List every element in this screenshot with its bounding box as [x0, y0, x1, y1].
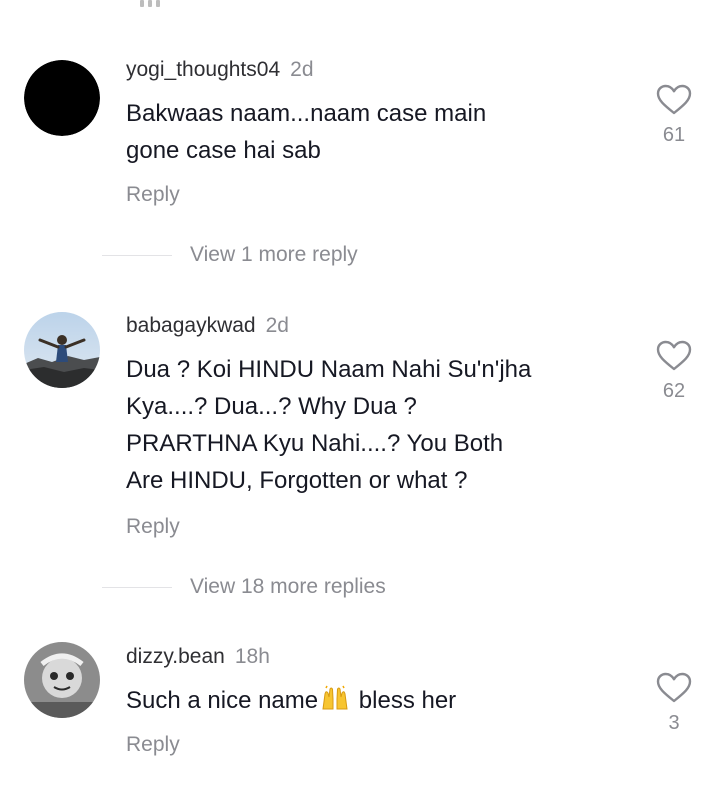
like-count: 61	[662, 124, 686, 146]
divider-line	[102, 586, 172, 588]
comment-meta: babagaykwad 2d	[126, 314, 289, 338]
reply-button[interactable]: Reply	[126, 515, 180, 539]
comment-text-line: Bakwaas naam...naam case main	[126, 100, 487, 127]
comment-text: Bakwaas naam...naam case main gone case …	[126, 95, 626, 169]
comment-text-line: Kya....? Dua...? Why Dua ?	[126, 393, 417, 420]
raising-hands-emoji-icon	[320, 685, 350, 722]
view-more-label[interactable]: View 1 more reply	[190, 243, 358, 267]
avatar[interactable]	[24, 60, 100, 136]
view-more-replies[interactable]: View 18 more replies	[102, 572, 386, 602]
like-count: 62	[662, 380, 686, 402]
comment-time: 2d	[265, 314, 289, 337]
comment-text-part: bless her	[352, 687, 457, 714]
reply-button[interactable]: Reply	[126, 183, 180, 207]
username[interactable]: yogi_thoughts04	[126, 58, 280, 81]
heart-outline-icon[interactable]	[656, 84, 692, 116]
like-control: 3	[644, 672, 704, 735]
username[interactable]: dizzy.bean	[126, 645, 225, 668]
comment-text: Such a nice name bless her	[126, 682, 626, 722]
like-control: 61	[644, 84, 704, 147]
divider-line	[102, 254, 172, 256]
comment-time: 2d	[290, 58, 314, 81]
avatar-image	[24, 642, 100, 718]
comments-panel: yogi_thoughts04 2d Bakwaas naam...naam ca…	[0, 0, 708, 800]
heart-outline-icon[interactable]	[656, 340, 692, 372]
avatar-image	[24, 60, 100, 136]
like-count: 3	[668, 712, 680, 734]
comment-text-line: Dua ? Koi HINDU Naam Nahi Su'n'jha	[126, 356, 532, 383]
cropped-previous-reply-fragment	[140, 0, 180, 7]
comment-text-line: Are HINDU, Forgotten or what ?	[126, 467, 468, 494]
like-control: 62	[644, 340, 704, 403]
heart-outline-icon[interactable]	[656, 672, 692, 704]
avatar-image	[24, 312, 100, 388]
comment-text-line: PRARTHNA Kyu Nahi....? You Both	[126, 430, 504, 457]
view-more-replies[interactable]: View 1 more reply	[102, 240, 358, 270]
comment-meta: yogi_thoughts04 2d	[126, 58, 314, 82]
comment-meta: dizzy.bean 18h	[126, 645, 270, 669]
username[interactable]: babagaykwad	[126, 314, 256, 337]
avatar[interactable]	[24, 312, 100, 388]
comment-time: 18h	[234, 645, 270, 668]
avatar[interactable]	[24, 642, 100, 718]
comment-text-part: Such a nice name	[126, 687, 319, 714]
view-more-label[interactable]: View 18 more replies	[190, 575, 386, 599]
comment-text: Dua ? Koi HINDU Naam Nahi Su'n'jha Kya..…	[126, 351, 626, 499]
comment-text-line: gone case hai sab	[126, 137, 321, 164]
reply-button[interactable]: Reply	[126, 733, 180, 757]
